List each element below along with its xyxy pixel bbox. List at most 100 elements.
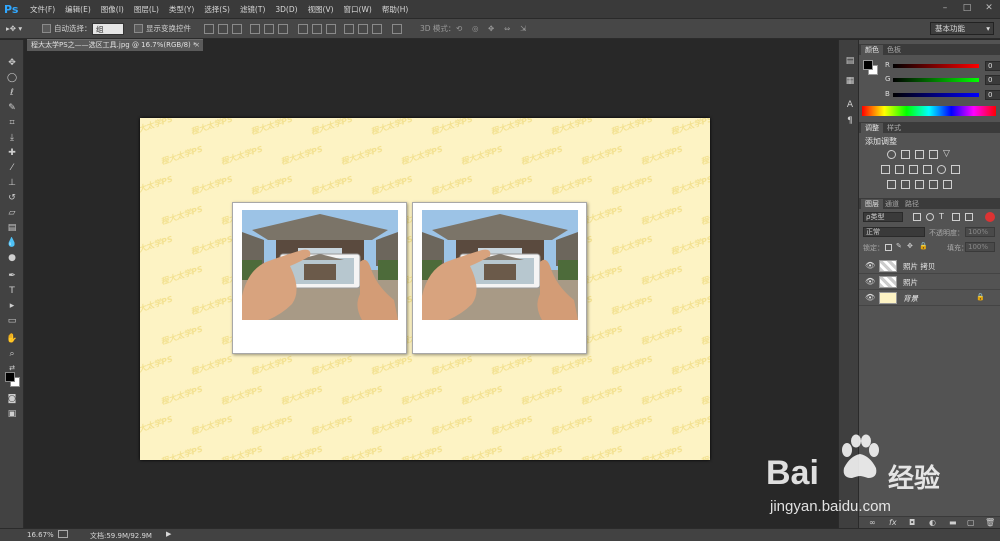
document-tab[interactable]: 程大太学PS之——选区工具.jpg @ 16.7%(RGB/8) * × [27,39,203,51]
properties-panel-icon[interactable]: ▦ [842,74,858,88]
auto-select-checkbox[interactable] [42,24,51,33]
blend-mode-dropdown[interactable]: 正常 [863,227,925,237]
distribute-right-icon[interactable] [372,24,382,34]
tab-color[interactable]: 颜色 [861,45,883,55]
gradient-tool-icon[interactable]: ▤ [4,221,20,235]
quick-mask-icon[interactable]: ◙ [4,392,20,406]
hand-tool-icon[interactable]: ✋ [4,332,20,346]
history-brush-tool-icon[interactable]: ↺ [4,191,20,205]
blur-tool-icon[interactable]: 💧 [4,236,20,250]
align-right-icon[interactable] [278,24,288,34]
marquee-tool-icon[interactable]: ◯ [4,71,20,85]
filter-shape-icon[interactable] [952,213,960,221]
menu-filter[interactable]: 滤镜(T) [240,4,265,15]
align-left-icon[interactable] [250,24,260,34]
align-hcenter-icon[interactable] [264,24,274,34]
green-value-input[interactable]: 0 [985,75,1000,85]
lock-transparent-icon[interactable] [885,244,892,251]
filter-toggle-icon[interactable] [985,212,995,222]
levels-adjust-icon[interactable] [901,150,910,159]
filter-adjust-icon[interactable] [926,213,934,221]
distribute-top-icon[interactable] [298,24,308,34]
green-slider[interactable] [893,78,979,82]
menu-type[interactable]: 类型(Y) [169,4,194,15]
menu-window[interactable]: 窗口(W) [344,4,372,15]
close-window-icon[interactable]: ✕ [982,2,996,14]
foreground-color-swatch[interactable] [5,372,15,382]
auto-select-dropdown[interactable]: 组 [92,23,124,35]
close-tab-icon[interactable]: × [194,40,200,51]
3d-rotate-icon[interactable]: ⟲ [456,23,462,35]
show-transform-checkbox[interactable] [134,24,143,33]
color-balance-icon[interactable] [895,165,904,174]
align-top-icon[interactable] [204,24,214,34]
move-tool-preset-icon[interactable]: ▸✥ ▾ [6,23,22,35]
move-tool-icon[interactable]: ✥ [4,56,20,70]
3d-scale-icon[interactable]: ⇲ [520,23,526,35]
layer-row[interactable]: 👁 背景 🔒 [859,290,1000,306]
minimize-icon[interactable]: – [938,2,952,14]
workspace-dropdown[interactable]: 基本功能 ▾ [930,22,994,35]
selective-color-icon[interactable] [929,180,938,189]
lasso-tool-icon[interactable]: ℓ [4,86,20,100]
zoom-tool-icon[interactable]: ⌕ [4,347,20,361]
tab-paths[interactable]: 路径 [901,199,923,209]
tab-layers[interactable]: 图层 [861,199,883,209]
eyedropper-tool-icon[interactable]: ⤓ [4,131,20,145]
visibility-eye-icon[interactable]: 👁 [865,293,875,303]
link-layers-icon[interactable]: ∞ [869,518,876,527]
tab-swatches[interactable]: 色板 [883,45,905,55]
lock-position-icon[interactable]: ✥ [907,242,913,250]
3d-pan-icon[interactable]: ✥ [488,23,494,35]
pen-tool-icon[interactable]: ✒ [4,269,20,283]
posterize-icon[interactable] [901,180,910,189]
clone-stamp-tool-icon[interactable]: ⊥ [4,176,20,190]
menu-edit[interactable]: 编辑(E) [65,4,91,15]
align-bottom-icon[interactable] [232,24,242,34]
auto-align-icon[interactable] [392,24,402,34]
exposure-adjust-icon[interactable] [929,150,938,159]
tab-styles[interactable]: 样式 [883,123,905,133]
screen-mode-icon[interactable]: ▣ [4,407,20,421]
blue-value-input[interactable]: 0 [985,90,1000,100]
lock-all-icon[interactable]: 🔒 [919,242,928,250]
menu-3d[interactable]: 3D(D) [275,5,297,14]
menu-view[interactable]: 视图(V) [308,4,334,15]
menu-select[interactable]: 选择(S) [204,4,230,15]
align-vcenter-icon[interactable] [218,24,228,34]
layer-row[interactable]: 👁 照片 拷贝 [859,258,1000,274]
shape-tool-icon[interactable]: ▭ [4,314,20,328]
adjustment-layer-icon[interactable]: ◐ [929,518,936,527]
visibility-eye-icon[interactable]: 👁 [865,277,875,287]
menu-help[interactable]: 帮助(H) [382,4,409,15]
filter-smart-icon[interactable] [965,213,973,221]
brightness-adjust-icon[interactable] [887,150,896,159]
channel-mixer-icon[interactable] [937,165,946,174]
history-panel-icon[interactable]: ▤ [842,54,858,68]
tab-channels[interactable]: 通道 [881,199,903,209]
red-slider[interactable] [893,64,979,68]
layer-row[interactable]: 👁 照片 [859,274,1000,290]
visibility-eye-icon[interactable]: 👁 [865,261,875,271]
path-select-tool-icon[interactable]: ▸ [4,299,20,313]
distribute-bottom-icon[interactable] [326,24,336,34]
menu-image[interactable]: 图像(I) [101,4,124,15]
color-foreground-swatch[interactable] [863,60,873,70]
crop-tool-icon[interactable]: ⌗ [4,116,20,130]
distribute-hcenter-icon[interactable] [358,24,368,34]
threshold-icon[interactable] [915,180,924,189]
hue-saturation-icon[interactable] [881,165,890,174]
layer-filter-dropdown[interactable]: ρ类型 [863,212,903,222]
brush-tool-icon[interactable]: ⁄ [4,161,20,175]
color-lookup-icon[interactable] [951,165,960,174]
quick-select-tool-icon[interactable]: ✎ [4,101,20,115]
paragraph-panel-icon[interactable]: ¶ [842,114,858,128]
menu-file[interactable]: 文件(F) [30,4,55,15]
filter-pixel-icon[interactable] [913,213,921,221]
healing-brush-tool-icon[interactable]: ✚ [4,146,20,160]
eraser-tool-icon[interactable]: ▱ [4,206,20,220]
3d-roll-icon[interactable]: ◎ [472,23,479,35]
gradient-map-icon[interactable] [943,180,952,189]
opacity-input[interactable]: 100% [965,227,995,237]
vibrance-adjust-icon[interactable]: ▽ [943,150,952,159]
